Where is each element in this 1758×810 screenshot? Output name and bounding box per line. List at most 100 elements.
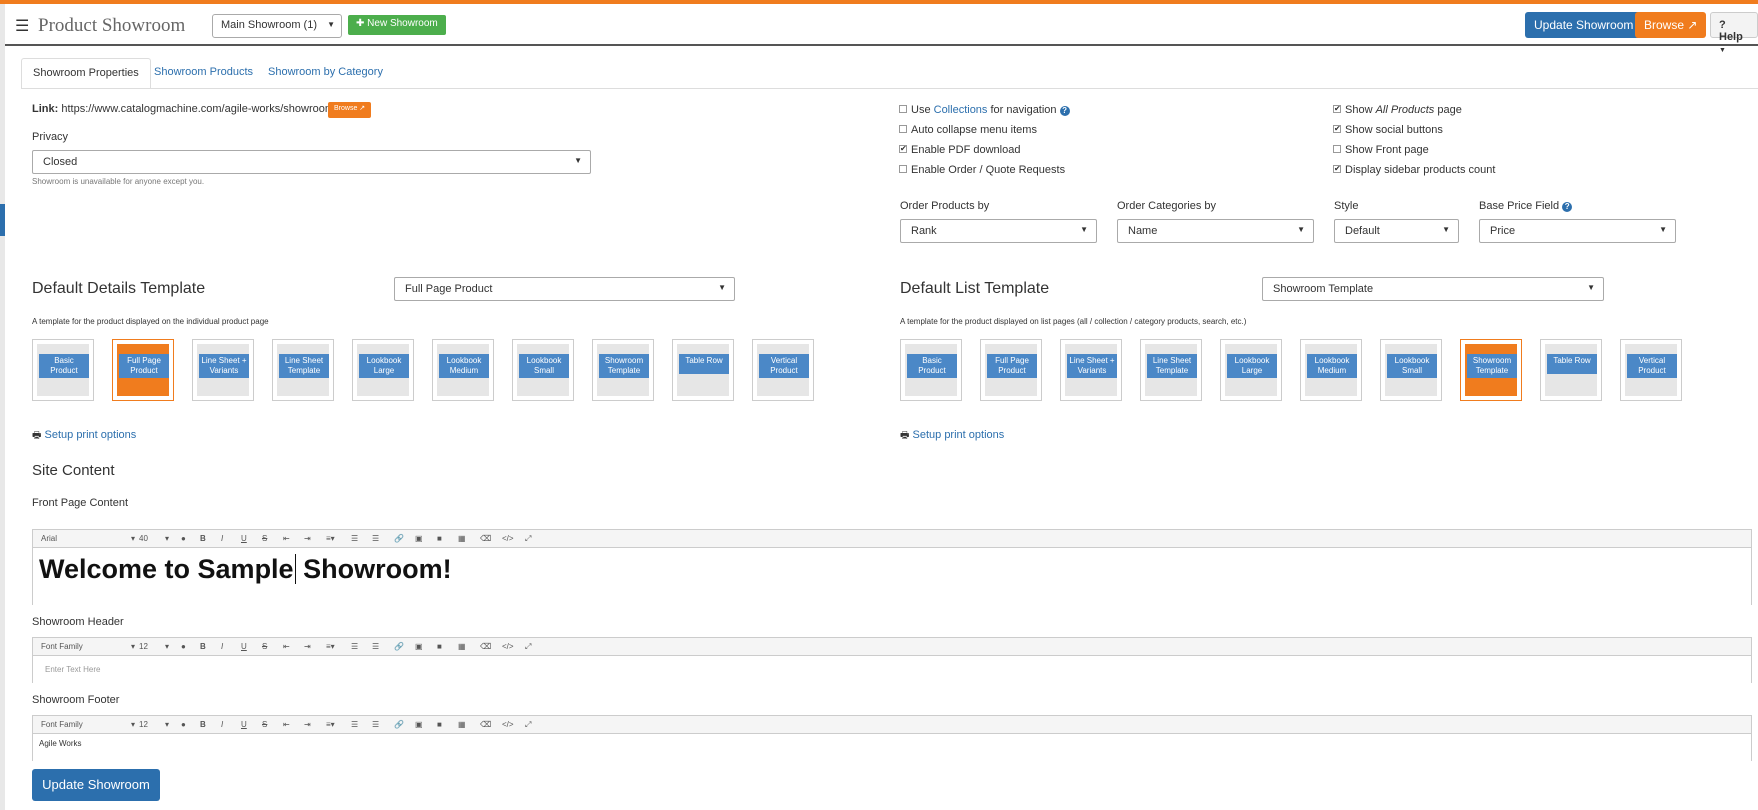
eraser-icon[interactable]: ⌫ (480, 534, 491, 543)
show-social-checkbox[interactable]: ✔ (1333, 125, 1341, 134)
option-auto-collapse[interactable]: Auto collapse menu items (899, 124, 1037, 136)
indent-icon[interactable]: ⇥ (304, 642, 311, 651)
table-icon[interactable]: ▦ (458, 720, 466, 729)
details-template-thumb[interactable]: Full Page Product (112, 339, 174, 401)
list-print-link[interactable]: Setup print options (913, 429, 1005, 441)
outdent-icon[interactable]: ⇤ (283, 720, 290, 729)
details-template-thumb[interactable]: Lookbook Large (352, 339, 414, 401)
align-icon[interactable]: ≡▾ (326, 642, 335, 651)
code-view-icon[interactable]: </> (502, 642, 514, 651)
privacy-select[interactable]: Closed ▼ (32, 150, 591, 174)
eraser-icon[interactable]: ⌫ (480, 720, 491, 729)
display-sidebar-checkbox[interactable]: ✔ (1333, 165, 1341, 174)
table-icon[interactable]: ▦ (458, 534, 466, 543)
style-select[interactable]: Default ▼ (1334, 219, 1459, 243)
italic-icon[interactable]: I (221, 642, 223, 651)
unordered-list-icon[interactable]: ☰ (372, 534, 379, 543)
video-icon[interactable]: ■ (437, 642, 442, 651)
details-template-thumb[interactable]: Vertical Product (752, 339, 814, 401)
use-collections-checkbox[interactable] (899, 105, 907, 114)
strikethrough-icon[interactable]: S (262, 720, 267, 729)
video-icon[interactable]: ■ (437, 534, 442, 543)
tab-showroom-properties[interactable]: Showroom Properties (21, 58, 151, 89)
list-template-thumb[interactable]: Line Sheet + Variants (1060, 339, 1122, 401)
list-template-thumb[interactable]: Full Page Product (980, 339, 1042, 401)
strikethrough-icon[interactable]: S (262, 534, 267, 543)
order-categories-select[interactable]: Name ▼ (1117, 219, 1314, 243)
font-family-select[interactable]: Font Family (41, 642, 83, 651)
list-template-thumb[interactable]: Lookbook Small (1380, 339, 1442, 401)
footer-editor-body[interactable]: Agile Works (33, 734, 1751, 761)
fullscreen-icon[interactable]: ⤢ (525, 720, 531, 730)
browse-link-button[interactable]: Browse ↗ (328, 102, 372, 118)
enable-pdf-checkbox[interactable]: ✔ (899, 145, 907, 154)
help-dropdown-button[interactable]: ? Help ▼ (1710, 12, 1758, 54)
indent-icon[interactable]: ⇥ (304, 534, 311, 543)
details-template-thumb[interactable]: Lookbook Small (512, 339, 574, 401)
show-all-products-checkbox[interactable]: ✔ (1333, 105, 1341, 114)
auto-collapse-checkbox[interactable] (899, 125, 907, 134)
eraser-icon[interactable]: ⌫ (480, 642, 491, 651)
underline-icon[interactable]: U (241, 642, 247, 651)
update-showroom-button-top[interactable]: Update Showroom (1525, 12, 1643, 38)
list-template-thumb[interactable]: Table Row (1540, 339, 1602, 401)
option-show-all-products[interactable]: ✔ Show All Products page (1333, 104, 1462, 116)
details-template-thumb[interactable]: Showroom Template (592, 339, 654, 401)
link-icon[interactable]: 🔗 (394, 534, 404, 543)
tab-showroom-by-category[interactable]: Showroom by Category (257, 58, 394, 89)
image-icon[interactable]: ▣ (415, 720, 423, 729)
list-template-select[interactable]: Showroom Template ▼ (1262, 277, 1604, 301)
details-template-thumb[interactable]: Table Row (672, 339, 734, 401)
list-template-thumb[interactable]: Line Sheet Template (1140, 339, 1202, 401)
strikethrough-icon[interactable]: S (262, 642, 267, 651)
details-template-select[interactable]: Full Page Product ▼ (394, 277, 735, 301)
bold-icon[interactable]: B (200, 720, 206, 729)
font-family-select[interactable]: Font Family (41, 720, 83, 729)
font-size-select[interactable]: 40 (139, 534, 148, 543)
list-template-thumb[interactable]: Lookbook Medium (1300, 339, 1362, 401)
base-price-select[interactable]: Price ▼ (1479, 219, 1676, 243)
code-view-icon[interactable]: </> (502, 534, 514, 543)
outdent-icon[interactable]: ⇤ (283, 642, 290, 651)
details-template-thumb[interactable]: Lookbook Medium (432, 339, 494, 401)
ordered-list-icon[interactable]: ☰ (351, 534, 358, 543)
outdent-icon[interactable]: ⇤ (283, 534, 290, 543)
unordered-list-icon[interactable]: ☰ (372, 720, 379, 729)
link-icon[interactable]: 🔗 (394, 642, 404, 651)
details-print-options[interactable]: 🖶 Setup print options (32, 428, 136, 445)
code-view-icon[interactable]: </> (502, 720, 514, 729)
underline-icon[interactable]: U (241, 534, 247, 543)
showroom-select[interactable]: Main Showroom (1) ▼ (212, 14, 342, 38)
new-showroom-button[interactable]: ✚ New Showroom (348, 15, 446, 35)
italic-icon[interactable]: I (221, 534, 223, 543)
fullscreen-icon[interactable]: ⤢ (525, 534, 531, 544)
option-show-front[interactable]: Show Front page (1333, 144, 1429, 156)
option-show-social[interactable]: ✔ Show social buttons (1333, 124, 1443, 136)
list-template-thumb[interactable]: Vertical Product (1620, 339, 1682, 401)
hamburger-menu-icon[interactable]: ☰ (15, 16, 29, 36)
indent-icon[interactable]: ⇥ (304, 720, 311, 729)
order-products-select[interactable]: Rank ▼ (900, 219, 1097, 243)
help-circle-icon[interactable]: ? (1562, 202, 1573, 212)
browse-button-top[interactable]: Browse ↗ (1635, 12, 1707, 38)
align-icon[interactable]: ≡▾ (326, 720, 335, 729)
option-use-collections[interactable]: Use Collections for navigation ? (899, 104, 1070, 116)
font-family-select[interactable]: Arial (41, 534, 57, 543)
enable-order-checkbox[interactable] (899, 165, 907, 174)
bold-icon[interactable]: B (200, 534, 206, 543)
tab-showroom-products[interactable]: Showroom Products (143, 58, 264, 89)
color-drop-icon[interactable]: ● (181, 720, 186, 729)
collections-link[interactable]: Collections (934, 104, 988, 116)
ordered-list-icon[interactable]: ☰ (351, 720, 358, 729)
underline-icon[interactable]: U (241, 720, 247, 729)
update-showroom-button-bottom[interactable]: Update Showroom (32, 769, 160, 801)
list-template-thumb[interactable]: Lookbook Large (1220, 339, 1282, 401)
details-template-thumb[interactable]: Line Sheet Template (272, 339, 334, 401)
option-enable-order[interactable]: Enable Order / Quote Requests (899, 164, 1065, 176)
option-enable-pdf[interactable]: ✔ Enable PDF download (899, 144, 1020, 156)
fullscreen-icon[interactable]: ⤢ (525, 642, 531, 652)
image-icon[interactable]: ▣ (415, 642, 423, 651)
ordered-list-icon[interactable]: ☰ (351, 642, 358, 651)
show-front-checkbox[interactable] (1333, 145, 1341, 154)
bold-icon[interactable]: B (200, 642, 206, 651)
